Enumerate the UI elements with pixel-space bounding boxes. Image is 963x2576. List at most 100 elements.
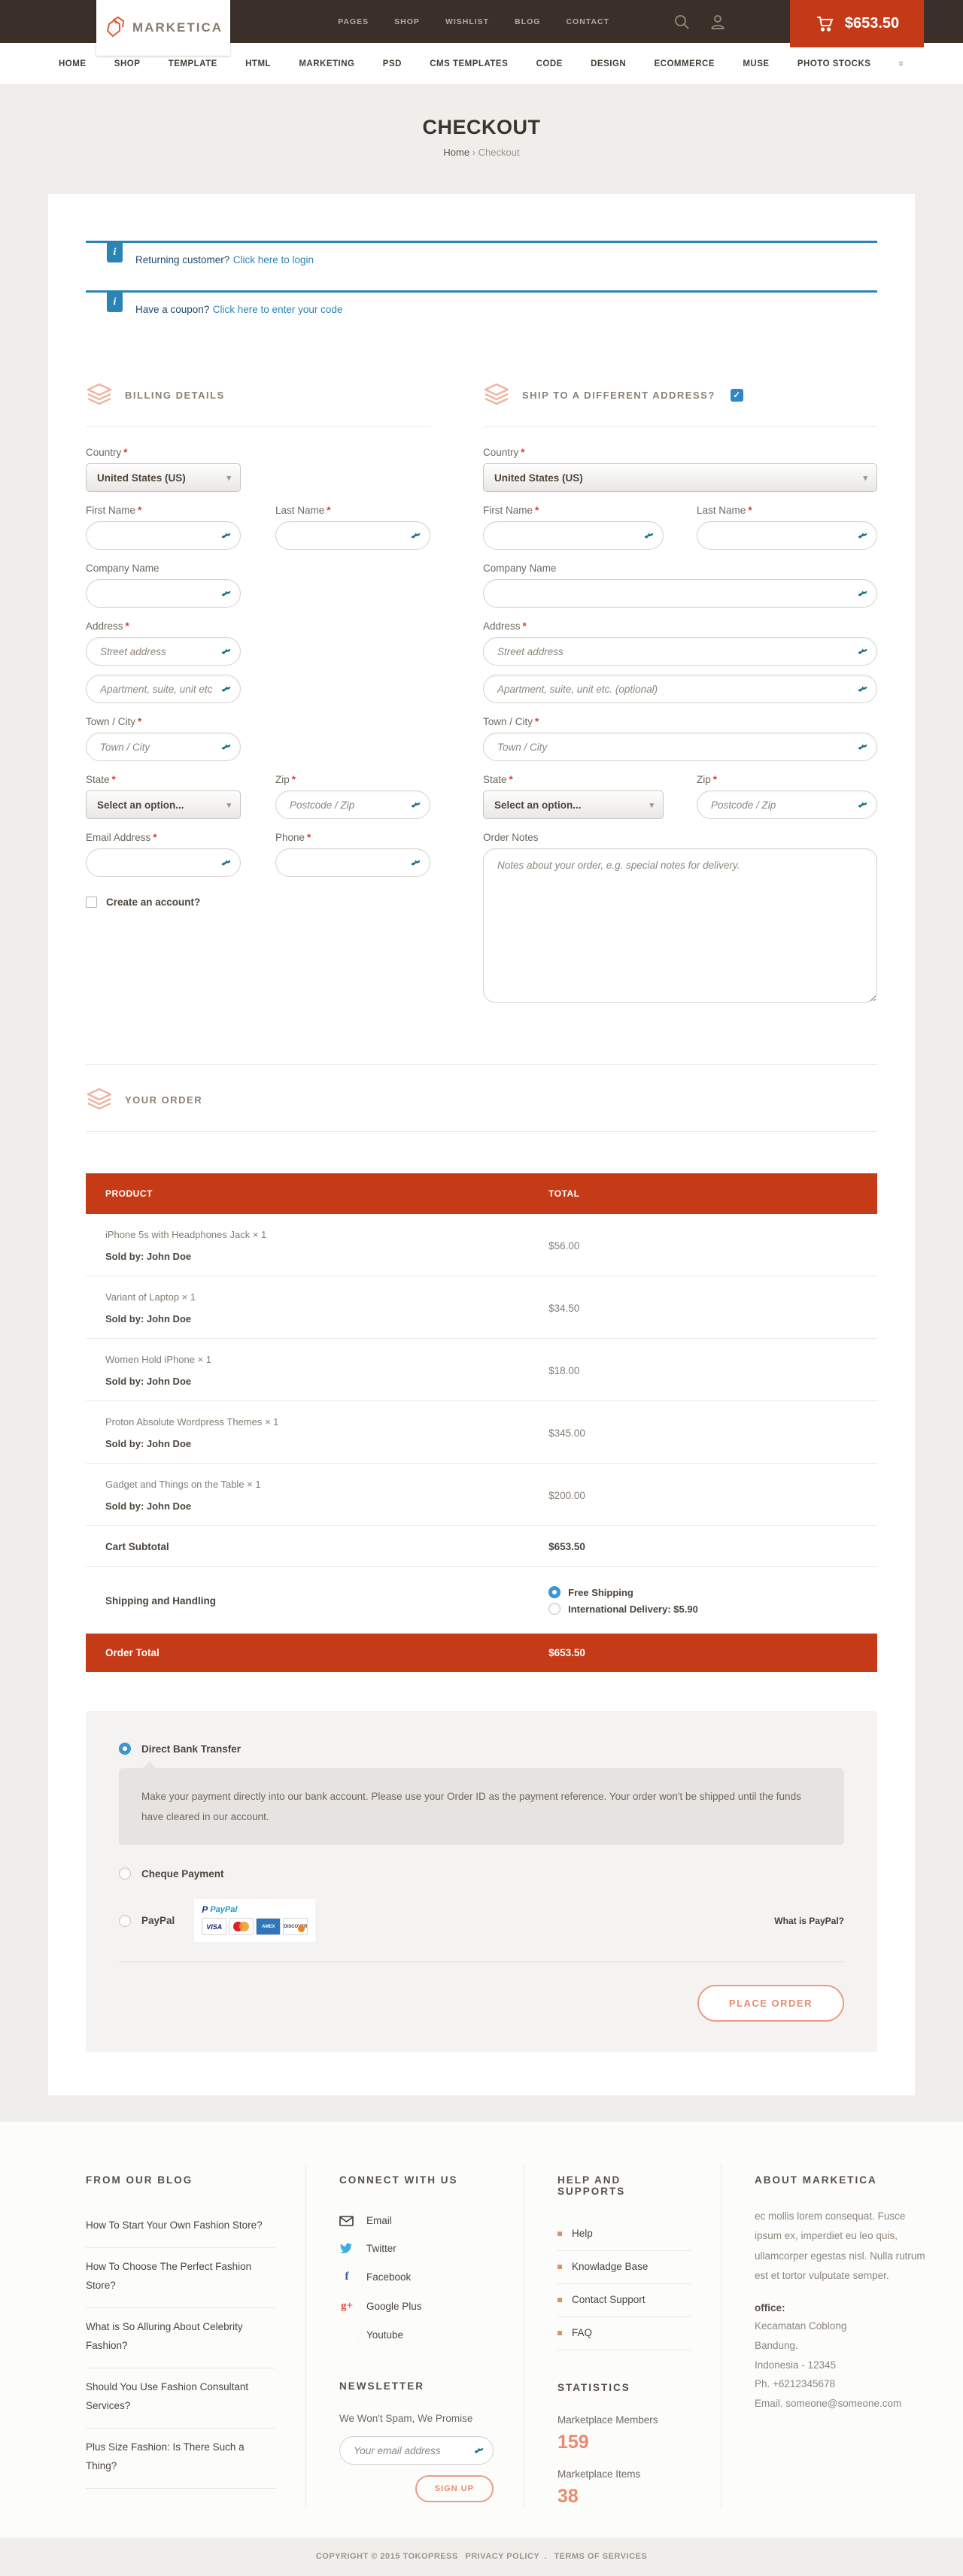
breadcrumb-current: Checkout xyxy=(478,147,520,158)
tag-logo-icon xyxy=(104,17,125,39)
help-link[interactable]: Contact Support xyxy=(557,2284,691,2317)
shipping-apartment-input[interactable] xyxy=(483,675,877,703)
cart-button[interactable]: $653.50 xyxy=(790,0,924,47)
logo[interactable]: MARKETICA xyxy=(96,0,230,56)
billing-town-input[interactable] xyxy=(86,733,241,761)
order-row: Women Hold iPhone × 1 Sold by: John Doe … xyxy=(86,1339,877,1401)
shipping-last-name-input[interactable] xyxy=(697,521,877,550)
billing-street-input[interactable] xyxy=(86,637,241,666)
ship-different-checkbox[interactable]: ✓ xyxy=(731,389,743,402)
billing-first-name-input[interactable] xyxy=(86,521,241,550)
autofill-icon xyxy=(857,588,868,599)
social-google-plus-link[interactable]: g+ Google Plus xyxy=(339,2292,494,2321)
social-facebook-link[interactable]: f Facebook xyxy=(339,2262,494,2292)
order-notes-label: Order Notes xyxy=(483,832,539,843)
help-link[interactable]: Knowladge Base xyxy=(557,2251,691,2284)
sign-up-button[interactable]: SIGN UP xyxy=(415,2475,494,2502)
social-twitter-link[interactable]: Twitter xyxy=(339,2235,494,2262)
free-shipping-radio[interactable] xyxy=(548,1586,560,1598)
shipping-street-input[interactable] xyxy=(483,637,877,666)
billing-phone-input[interactable] xyxy=(275,848,430,877)
blog-link[interactable]: How To Choose The Perfect Fashion Store? xyxy=(86,2248,275,2308)
blog-link[interactable]: How To Start Your Own Fashion Store? xyxy=(86,2207,275,2248)
shipping-state-select[interactable]: Select an option... ▾ xyxy=(483,790,664,819)
cart-subtotal-row: Cart Subtotal $653.50 xyxy=(86,1526,877,1567)
nav-html[interactable]: HTML xyxy=(245,59,271,68)
office-line: Kecamatan Coblong xyxy=(755,2317,925,2336)
product-seller: Sold by: John Doe xyxy=(105,1251,529,1262)
nav-more-chevron-icon[interactable]: » xyxy=(896,61,907,66)
nav-cms-templates[interactable]: CMS TEMPLATES xyxy=(430,59,508,68)
shipping-company-input[interactable] xyxy=(483,579,877,608)
top-nav-wishlist[interactable]: WISHLIST xyxy=(445,17,489,26)
help-link[interactable]: Help xyxy=(557,2218,691,2251)
login-link[interactable]: Click here to login xyxy=(233,254,314,265)
chevron-down-icon: ▾ xyxy=(226,800,231,810)
nav-psd[interactable]: PSD xyxy=(383,59,402,68)
what-is-paypal-link[interactable]: What is PayPal? xyxy=(774,1916,844,1926)
zip-label: Zip xyxy=(697,774,711,785)
search-icon[interactable] xyxy=(673,14,690,30)
paypal-radio[interactable] xyxy=(119,1915,131,1927)
privacy-policy-link[interactable]: PRIVACY POLICY xyxy=(465,2552,539,2561)
blog-link[interactable]: What is So Alluring About Celebrity Fash… xyxy=(86,2308,275,2368)
cheque-payment-radio[interactable] xyxy=(119,1868,131,1880)
billing-zip-input[interactable] xyxy=(275,790,430,819)
top-nav-contact[interactable]: CONTACT xyxy=(566,17,609,26)
bullet-icon xyxy=(557,2331,562,2335)
breadcrumb-home[interactable]: Home xyxy=(443,147,469,158)
footer-about-column: ABOUT MARKETICA ec mollis lorem consequa… xyxy=(721,2164,955,2508)
autofill-icon xyxy=(857,742,868,753)
create-account-checkbox[interactable] xyxy=(86,897,97,908)
shipping-first-name-input[interactable] xyxy=(483,521,664,550)
phone-label: Phone xyxy=(275,832,305,843)
bank-transfer-radio[interactable] xyxy=(119,1743,131,1755)
nav-design[interactable]: DESIGN xyxy=(591,59,626,68)
blog-link[interactable]: Plus Size Fashion: Is There Such a Thing… xyxy=(86,2429,275,2489)
billing-state-select[interactable]: Select an option... ▾ xyxy=(86,790,241,819)
billing-email-input[interactable] xyxy=(86,848,241,877)
billing-company-input[interactable] xyxy=(86,579,241,608)
user-icon[interactable] xyxy=(709,14,726,30)
top-nav-shop[interactable]: SHOP xyxy=(394,17,420,26)
top-nav-pages[interactable]: PAGES xyxy=(338,17,369,26)
top-bar: MARKETICA PAGES SHOP WISHLIST BLOG CONTA… xyxy=(0,0,963,43)
visa-card-icon: VISA xyxy=(202,1918,226,1935)
shipping-country-select[interactable]: United States (US) ▾ xyxy=(483,463,877,492)
billing-last-name-input[interactable] xyxy=(275,521,430,550)
nav-template[interactable]: TEMPLATE xyxy=(169,59,217,68)
nav-code[interactable]: CODE xyxy=(536,59,563,68)
nav-photo-stocks[interactable]: PHOTO STOCKS xyxy=(797,59,871,68)
product-seller: Sold by: John Doe xyxy=(105,1313,529,1324)
social-youtube-link[interactable]: Youtube xyxy=(339,2321,494,2349)
top-nav-blog[interactable]: BLOG xyxy=(515,17,540,26)
billing-apartment-input[interactable] xyxy=(86,675,241,703)
newsletter-email-input[interactable] xyxy=(339,2436,494,2465)
nav-home[interactable]: HOME xyxy=(59,59,87,68)
nav-ecommerce[interactable]: ECOMMERCE xyxy=(655,59,715,68)
nav-muse[interactable]: MUSE xyxy=(743,59,769,68)
order-notes-textarea[interactable] xyxy=(483,848,877,1003)
billing-country-select[interactable]: United States (US) ▾ xyxy=(86,463,241,492)
coupon-link[interactable]: Click here to enter your code xyxy=(213,304,343,315)
email-label: Email Address xyxy=(86,832,150,843)
billing-title: BILLING DETAILS xyxy=(125,390,225,401)
product-seller: Sold by: John Doe xyxy=(105,1376,529,1387)
international-delivery-radio[interactable] xyxy=(548,1603,560,1615)
product-name: Variant of Laptop × 1 xyxy=(105,1291,529,1303)
shipping-town-input[interactable] xyxy=(483,733,877,761)
nav-marketing[interactable]: MARKETING xyxy=(299,59,354,68)
cart-icon xyxy=(815,14,834,34)
order-row: iPhone 5s with Headphones Jack × 1 Sold … xyxy=(86,1214,877,1276)
shipping-row: Shipping and Handling Free Shipping Inte… xyxy=(86,1567,877,1634)
billing-column: BILLING DETAILS Country* United States (… xyxy=(86,380,430,1019)
terms-link[interactable]: TERMS OF SERVICES xyxy=(554,2552,647,2561)
social-email-link[interactable]: Email xyxy=(339,2207,494,2235)
shipping-zip-input[interactable] xyxy=(697,790,877,819)
help-link[interactable]: FAQ xyxy=(557,2317,691,2350)
nav-shop[interactable]: SHOP xyxy=(114,59,141,68)
blog-link[interactable]: Should You Use Fashion Consultant Servic… xyxy=(86,2368,275,2429)
marketplace-members-count: 159 xyxy=(557,2432,691,2453)
place-order-button[interactable]: PLACE ORDER xyxy=(697,1985,844,2022)
autofill-icon xyxy=(643,530,655,542)
